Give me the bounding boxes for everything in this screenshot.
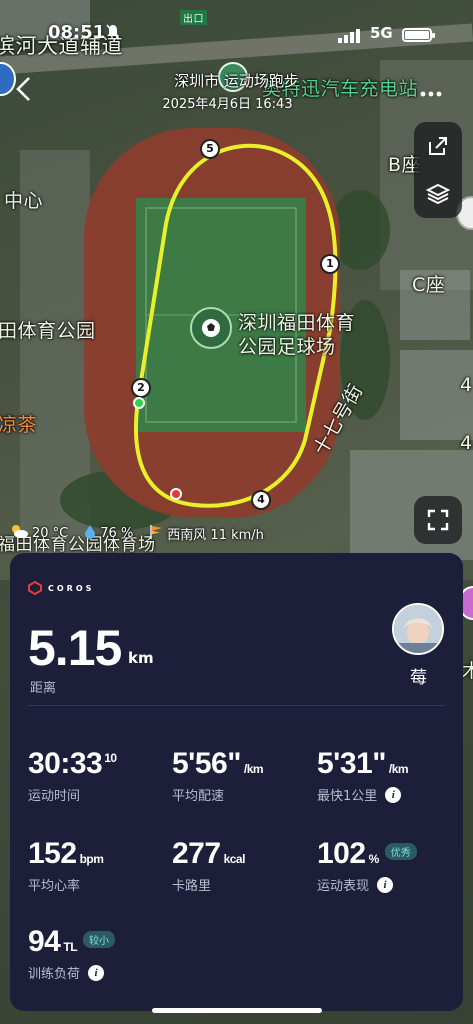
weather-wind: 西南风 11 km/h — [149, 524, 264, 543]
stat-avg-heart-rate: 152 bpm 平均心率 — [28, 837, 104, 894]
fullscreen-icon — [427, 509, 449, 531]
route-marker-4: 4 — [251, 490, 271, 510]
distance-value: 5.15 — [28, 620, 122, 676]
battery-icon — [402, 28, 435, 42]
map-label-building-c: C座 — [412, 274, 446, 296]
calories-label: 卡路里 — [172, 879, 212, 894]
card-divider — [28, 705, 445, 706]
more-button[interactable] — [420, 78, 442, 102]
signal-icon — [338, 28, 364, 47]
stat-avg-pace: 5'56"/km 平均配速 — [172, 747, 264, 804]
share-icon — [429, 137, 447, 155]
workout-summary-card: COROS 5.15 km 距离 莓 30:33 10 运动时间 5'56"/km… — [10, 553, 463, 1011]
route-marker-5: 5 — [200, 139, 220, 159]
weather-temperature: 20 °C — [10, 524, 68, 542]
partly-cloudy-icon — [10, 524, 28, 542]
distance-unit: km — [128, 649, 154, 667]
map-label-tea: 凉茶 — [0, 414, 38, 436]
map-label-stadium: 深圳福田体育 — [238, 312, 356, 334]
avatar[interactable] — [392, 603, 444, 655]
duration-hundredths: 10 — [104, 751, 117, 765]
share-button[interactable] — [414, 122, 462, 170]
brand-logo: COROS — [28, 581, 94, 595]
info-icon[interactable]: i — [88, 964, 105, 981]
avg-hr-unit: bpm — [79, 852, 104, 866]
duration-value: 30:33 — [28, 747, 103, 780]
map-label-stadium-line2: 公园足球场 — [238, 336, 336, 358]
stat-performance: 102% 优秀 运动表现 i — [317, 837, 417, 894]
training-load-unit: TL — [63, 940, 78, 954]
duration-label: 运动时间 — [28, 789, 81, 804]
route-marker-2: 2 — [131, 378, 151, 398]
fullscreen-button[interactable] — [414, 496, 462, 544]
performance-unit: % — [368, 852, 380, 866]
fastest-km-value: 5'31" — [317, 747, 386, 780]
status-time: 08:51 — [48, 22, 106, 43]
stat-duration: 30:33 10 运动时间 — [28, 747, 117, 804]
map-label-edge-4a: 4 — [460, 374, 473, 396]
performance-value: 102 — [317, 837, 366, 870]
info-icon[interactable]: i — [385, 786, 402, 803]
brand-name: COROS — [48, 583, 95, 593]
calories-value: 277 — [172, 837, 221, 870]
weather-row: 20 °C 76 % 西南风 11 km/h — [10, 522, 280, 544]
coros-logo-icon — [28, 581, 42, 595]
fastest-km-unit: /km — [388, 762, 409, 776]
map-label-edge-4b: 4 — [460, 432, 473, 454]
route-start-dot — [133, 397, 145, 409]
page-title: 深圳市 运动场跑步 — [174, 72, 299, 90]
map-label-park: 田体育公园 — [0, 320, 96, 342]
avg-pace-label: 平均配速 — [172, 789, 225, 804]
home-indicator[interactable] — [152, 1008, 322, 1013]
avg-pace-unit: /km — [243, 762, 264, 776]
humidity-drop-icon — [84, 524, 96, 543]
stat-fastest-km: 5'31"/km 最快1公里 i — [317, 747, 409, 804]
distance-label: 距离 — [30, 681, 57, 696]
performance-label: 运动表现 — [317, 879, 370, 894]
route-marker-1: 1 — [320, 254, 340, 274]
user-name: 莓 — [410, 668, 427, 688]
stat-calories: 277 kcal 卡路里 — [172, 837, 245, 894]
wind-value: 西南风 11 km/h — [167, 527, 264, 543]
map-controls — [414, 122, 462, 218]
info-icon[interactable]: i — [377, 876, 394, 893]
status-bar: 08:51 5G — [0, 22, 473, 50]
weather-humidity: 76 % — [84, 524, 133, 543]
fastest-km-label: 最快1公里 — [317, 789, 378, 804]
stat-training-load: 94 TL 较小 训练负荷 i — [28, 925, 116, 982]
training-load-badge: 较小 — [83, 930, 116, 948]
avg-hr-label: 平均心率 — [28, 879, 81, 894]
performance-badge: 优秀 — [384, 842, 417, 860]
calories-unit: kcal — [223, 852, 246, 866]
map-layers-button[interactable] — [414, 170, 462, 218]
network-type: 5G — [370, 24, 393, 42]
page-subtitle-datetime: 2025年4月6日 16:43 — [162, 97, 293, 112]
layers-icon — [426, 183, 450, 205]
avg-hr-value: 152 — [28, 837, 77, 870]
map-label-edge-mu: 木 — [462, 660, 473, 682]
mute-icon — [106, 24, 120, 44]
wind-flag-icon — [149, 524, 163, 543]
avg-pace-value: 5'56" — [172, 747, 241, 780]
temperature-value: 20 °C — [32, 525, 69, 541]
stadium-poi-icon[interactable] — [190, 307, 232, 349]
more-dots-icon — [420, 91, 442, 97]
training-load-value: 94 — [28, 925, 61, 958]
map-label-center: 中心 — [4, 190, 44, 212]
route-end-dot — [170, 488, 182, 500]
training-load-label: 训练负荷 — [28, 967, 81, 982]
humidity-value: 76 % — [100, 525, 134, 541]
